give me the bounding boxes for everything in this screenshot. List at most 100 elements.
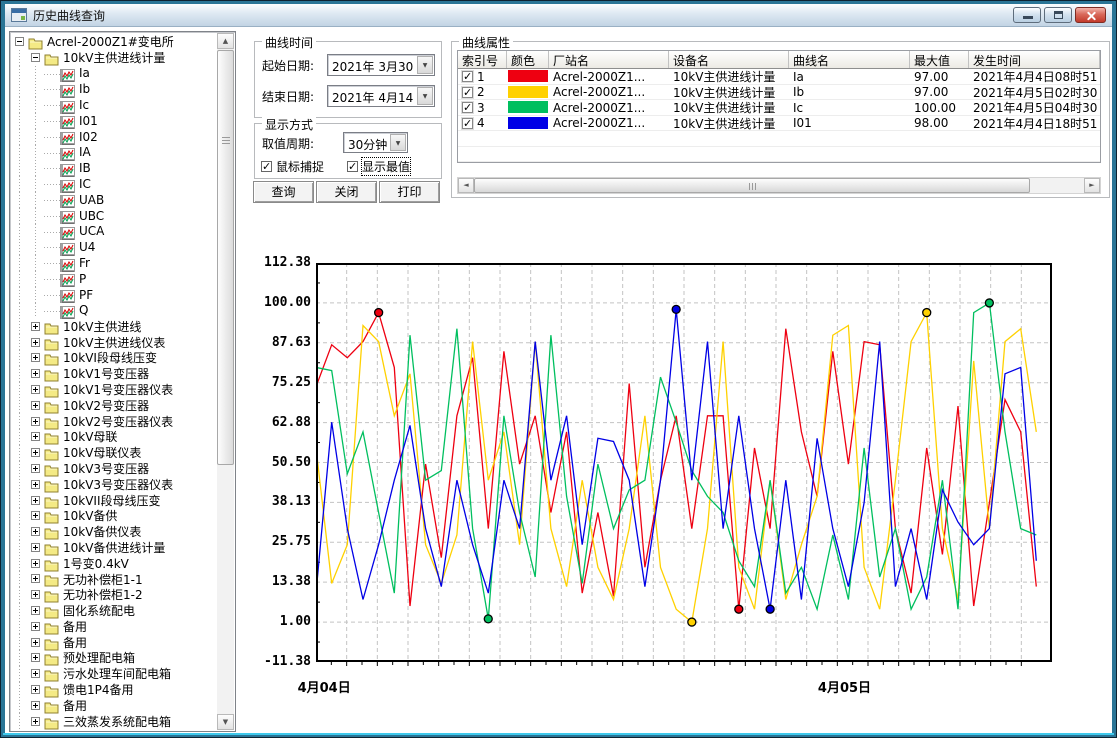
table-hscrollbar-thumb[interactable]	[474, 178, 1030, 193]
tree-expand-icon[interactable]	[31, 717, 40, 726]
tree-expand-icon[interactable]	[31, 590, 40, 599]
table-row[interactable]: 2Acrel-2000Z1...10kV主供进线计量Ib97.002021年4月…	[458, 85, 1100, 101]
table-row[interactable]: 4Acrel-2000Z1...10kV主供进线计量I0198.002021年4…	[458, 116, 1100, 132]
chevron-down-icon[interactable]: ▼	[417, 87, 433, 105]
tree-expand-icon[interactable]	[31, 527, 40, 536]
tree-item[interactable]: 10kV主供进线仪表	[12, 334, 216, 350]
column-header[interactable]: 曲线名	[789, 51, 910, 68]
scroll-down-button[interactable]: ▼	[217, 714, 234, 730]
tree-item[interactable]: UBC	[12, 208, 216, 224]
tree-item[interactable]: 无功补偿柜1-2	[12, 587, 216, 603]
tree-expand-icon[interactable]	[31, 338, 40, 347]
end-date-picker[interactable]: 2021年 4月14 ▼	[327, 85, 435, 107]
tree-item[interactable]: 预处理配电箱	[12, 650, 216, 666]
table-hscrollbar[interactable]: ◄ ►	[457, 177, 1101, 194]
tree-expand-icon[interactable]	[31, 543, 40, 552]
tree-expand-icon[interactable]	[31, 480, 40, 489]
tree-item[interactable]: 10kVI段母线压变	[12, 350, 216, 366]
tree-item[interactable]: Acrel-2000Z1#变电所	[12, 34, 216, 50]
tree-item[interactable]: Fr	[12, 255, 216, 271]
tree-item[interactable]: Q	[12, 303, 216, 319]
tree-item[interactable]: IA	[12, 145, 216, 161]
column-header[interactable]: 索引号	[458, 51, 507, 68]
tree-item[interactable]: Ic	[12, 97, 216, 113]
tree-item[interactable]: 10kV1号变压器仪表	[12, 382, 216, 398]
minimize-button[interactable]	[1013, 7, 1041, 23]
tree-expand-icon[interactable]	[31, 496, 40, 505]
column-header[interactable]: 设备名	[669, 51, 789, 68]
start-date-picker[interactable]: 2021年 3月30 ▼	[327, 54, 435, 76]
tree-item[interactable]: 10kV备供进线计量	[12, 540, 216, 556]
tree-expand-icon[interactable]	[31, 385, 40, 394]
scroll-left-button[interactable]: ◄	[458, 178, 474, 193]
tree-expand-icon[interactable]	[31, 559, 40, 568]
tree-item[interactable]: U4	[12, 239, 216, 255]
tree-item[interactable]: 污水处理车间配电箱	[12, 666, 216, 682]
tree-scrollbar-thumb[interactable]	[217, 50, 234, 465]
tree-expand-icon[interactable]	[31, 638, 40, 647]
tree-item[interactable]: 三效蒸发系统配电箱	[12, 713, 216, 729]
tree-item[interactable]: 10kV3号变压器	[12, 461, 216, 477]
column-header[interactable]: 最大值	[910, 51, 969, 68]
tree-expand-icon[interactable]	[31, 574, 40, 583]
column-header[interactable]: 颜色	[507, 51, 549, 68]
maximize-button[interactable]	[1044, 7, 1072, 23]
tree-expand-icon[interactable]	[31, 701, 40, 710]
tree-item[interactable]: 10kV3号变压器仪表	[12, 476, 216, 492]
tree-item[interactable]: I02	[12, 129, 216, 145]
tree-expand-icon[interactable]	[31, 685, 40, 694]
tree-collapse-icon[interactable]	[15, 37, 24, 46]
tree-expand-icon[interactable]	[31, 322, 40, 331]
tree-item[interactable]: 10kVII段母线压变	[12, 492, 216, 508]
chevron-down-icon[interactable]: ▼	[390, 134, 406, 151]
row-checkbox[interactable]	[462, 87, 473, 98]
tree-expand-icon[interactable]	[31, 622, 40, 631]
tree-item[interactable]: 馈电1P4备用	[12, 682, 216, 698]
tree-item[interactable]: 备用	[12, 618, 216, 634]
period-select[interactable]: 30分钟 ▼	[343, 132, 408, 153]
chevron-down-icon[interactable]: ▼	[417, 56, 433, 74]
table-row[interactable]: 3Acrel-2000Z1...10kV主供进线计量Ic100.002021年4…	[458, 100, 1100, 116]
tree-item[interactable]: 10kV主供进线	[12, 318, 216, 334]
tree-item[interactable]: UAB	[12, 192, 216, 208]
tree-item[interactable]: 1号变0.4kV	[12, 555, 216, 571]
scroll-right-button[interactable]: ►	[1084, 178, 1100, 193]
tree-item[interactable]: 10kV1号变压器	[12, 366, 216, 382]
tree-item[interactable]: 10kV2号变压器	[12, 397, 216, 413]
close-button[interactable]	[1075, 7, 1106, 23]
scroll-up-button[interactable]: ▲	[217, 33, 234, 49]
tree-item[interactable]: Ib	[12, 81, 216, 97]
tree-item[interactable]: 10kV母联	[12, 429, 216, 445]
tree-expand-icon[interactable]	[31, 464, 40, 473]
tree-item[interactable]: 固化系统配电	[12, 603, 216, 619]
print-button[interactable]: 打印	[379, 181, 440, 203]
tree-expand-icon[interactable]	[31, 432, 40, 441]
column-header[interactable]: 发生时间	[969, 51, 1100, 68]
tree-expand-icon[interactable]	[31, 369, 40, 378]
tree-collapse-icon[interactable]	[31, 53, 40, 62]
query-button[interactable]: 查询	[253, 181, 314, 203]
row-checkbox[interactable]	[462, 102, 473, 113]
tree-item[interactable]: Ia	[12, 66, 216, 82]
mouse-capture-checkbox[interactable]	[261, 161, 272, 172]
tree-expand-icon[interactable]	[31, 448, 40, 457]
tree-item[interactable]: IC	[12, 176, 216, 192]
tree-item[interactable]: UCA	[12, 224, 216, 240]
tree-item[interactable]: 10kV备供	[12, 508, 216, 524]
tree-item[interactable]: PF	[12, 287, 216, 303]
tree-item[interactable]: 无功补偿柜1-1	[12, 571, 216, 587]
tree-item[interactable]: 10kV备供仪表	[12, 524, 216, 540]
tree-expand-icon[interactable]	[31, 417, 40, 426]
table-row[interactable]: 1Acrel-2000Z1...10kV主供进线计量Ia97.002021年4月…	[458, 69, 1100, 85]
tree-item[interactable]: 10kV母联仪表	[12, 445, 216, 461]
show-extremes-checkbox[interactable]	[347, 161, 358, 172]
row-checkbox[interactable]	[462, 118, 473, 129]
tree-expand-icon[interactable]	[31, 653, 40, 662]
tree-item[interactable]: 10kV主供进线计量	[12, 50, 216, 66]
tree-expand-icon[interactable]	[31, 353, 40, 362]
row-checkbox[interactable]	[462, 71, 473, 82]
tree-item[interactable]: P	[12, 271, 216, 287]
tree-item[interactable]: 10kV2号变压器仪表	[12, 413, 216, 429]
tree-expand-icon[interactable]	[31, 669, 40, 678]
close-query-button[interactable]: 关闭	[316, 181, 377, 203]
